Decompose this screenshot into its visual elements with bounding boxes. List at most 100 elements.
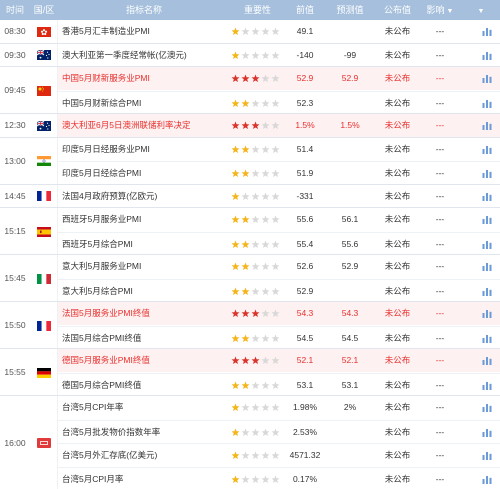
indicator-name[interactable]: 意大利5月综合PMI — [62, 280, 230, 303]
event-row[interactable]: 法国4月政府预算(亿欧元) -331 未公布 --- — [58, 185, 500, 208]
event-row[interactable]: 德国5月综合PMI终值 53.1 53.1 未公布 --- — [58, 372, 500, 397]
actual-value: 未公布 — [384, 473, 411, 484]
indicator-name[interactable]: 印度5月日经服务业PMI — [62, 138, 230, 161]
bar-chart-icon[interactable] — [479, 302, 495, 325]
economic-calendar: 时间 国/区 指标名称 重要性 前值 预测值 公布值 影响 ▼ ▼ 08:30 香港… — [0, 0, 500, 489]
star-filled-icon — [251, 74, 260, 83]
bar-chart-icon[interactable] — [479, 67, 495, 90]
indicator-name[interactable]: 澳大利亚第一季度经常帐(亿澳元) — [62, 44, 230, 67]
bar-chart-icon[interactable] — [479, 20, 495, 43]
event-row[interactable]: 台湾5月CPI年率 1.98% 2% 未公布 --- — [58, 396, 500, 419]
actual-value: 未公布 — [384, 450, 411, 460]
forecast-value — [325, 421, 375, 444]
header-previous[interactable]: 前值 — [285, 0, 325, 20]
star-empty-icon — [261, 451, 270, 460]
bar-chart-icon[interactable] — [479, 255, 495, 278]
indicator-name[interactable]: 西班牙5月服务业PMI — [62, 208, 230, 231]
bar-chart-icon[interactable] — [479, 280, 495, 303]
event-row[interactable]: 西班牙5月综合PMI 55.4 55.6 未公布 --- — [58, 231, 500, 256]
previous-value: 51.9 — [296, 168, 314, 178]
header-extra-filter[interactable]: ▼ — [460, 0, 500, 20]
bar-chart-icon[interactable] — [479, 114, 495, 137]
indicator-name[interactable]: 德国5月服务业PMI终值 — [62, 349, 230, 372]
bar-chart-icon[interactable] — [479, 138, 495, 161]
region-cell — [30, 137, 58, 184]
indicator-name[interactable]: 法国5月服务业PMI终值 — [62, 302, 230, 325]
indicator-name[interactable]: 印度5月日经综合PMI — [62, 162, 230, 185]
star-filled-icon — [231, 428, 240, 437]
forecast-value: -99 — [343, 49, 357, 60]
indicator-name[interactable]: 中国5月财新综合PMI — [62, 92, 230, 115]
actual-value: 未公布 — [384, 332, 411, 343]
event-row[interactable]: 法国5月服务业PMI终值 54.3 54.3 未公布 --- — [58, 302, 500, 325]
indicator-name[interactable]: 香港5月汇丰制造业PMI — [62, 20, 230, 43]
indicator-name[interactable]: 中国5月财新服务业PMI — [62, 67, 230, 90]
event-row[interactable]: 台湾5月外汇存底(亿美元) 4571.32 未公布 --- — [58, 443, 500, 466]
event-time: 15:50 — [4, 320, 26, 330]
indicator-name[interactable]: 西班牙5月综合PMI — [62, 233, 230, 256]
forecast-value — [325, 92, 375, 115]
forecast-value: 56.1 — [341, 214, 359, 224]
header-indicator-name[interactable]: 指标名称 — [58, 0, 230, 20]
importance-rating — [231, 162, 285, 185]
region-cell — [30, 255, 58, 301]
bar-chart-icon[interactable] — [479, 468, 495, 489]
bar-chart-icon[interactable] — [479, 92, 495, 115]
header-effect-filter[interactable]: 影响 ▼ — [420, 0, 460, 20]
region-cell — [30, 396, 58, 489]
event-row[interactable]: 澳大利亚6月5日澳洲联储利率决定 1.5% 1.5% 未公布 --- — [58, 114, 500, 137]
bar-chart-icon[interactable] — [479, 444, 495, 467]
effect-value: --- — [435, 168, 445, 178]
indicator-name[interactable]: 台湾5月CPI月率 — [62, 468, 230, 489]
event-row[interactable]: 意大利5月服务业PMI 52.6 52.9 未公布 --- — [58, 255, 500, 278]
bar-chart-icon[interactable] — [479, 327, 495, 350]
event-row[interactable]: 台湾5月CPI月率 0.17% 未公布 --- — [58, 466, 500, 489]
bar-chart-icon[interactable] — [479, 162, 495, 185]
event-row[interactable]: 台湾5月批发物价指数年率 2.53% 未公布 --- — [58, 419, 500, 444]
indicator-name[interactable]: 法国5月综合PMI终值 — [62, 327, 230, 350]
indicator-name[interactable]: 意大利5月服务业PMI — [62, 255, 230, 278]
bar-chart-icon[interactable] — [479, 396, 495, 419]
indicator-name[interactable]: 台湾5月批发物价指数年率 — [62, 421, 230, 444]
star-filled-icon — [241, 215, 250, 224]
event-row[interactable]: 西班牙5月服务业PMI 55.6 56.1 未公布 --- — [58, 208, 500, 231]
bar-chart-icon[interactable] — [479, 374, 495, 397]
indicator-name[interactable]: 台湾5月CPI年率 — [62, 396, 230, 419]
bar-chart-icon[interactable] — [479, 185, 495, 208]
star-filled-icon — [231, 309, 240, 318]
event-row[interactable]: 印度5月日经综合PMI 51.9 未公布 --- — [58, 161, 500, 184]
forecast-value — [325, 444, 375, 467]
bar-chart-icon[interactable] — [479, 421, 495, 444]
time-group: 14:45 法国4月政府预算(亿欧元) -331 未公布 --- — [0, 184, 500, 208]
star-empty-icon — [261, 334, 270, 343]
indicator-name[interactable]: 台湾5月外汇存底(亿美元) — [62, 444, 230, 467]
star-empty-icon — [271, 27, 280, 36]
event-row[interactable]: 德国5月服务业PMI终值 52.1 52.1 未公布 --- — [58, 349, 500, 372]
header-region[interactable]: 国/区 — [30, 0, 58, 20]
indicator-name[interactable]: 澳大利亚6月5日澳洲联储利率决定 — [62, 114, 230, 137]
bar-chart-icon[interactable] — [479, 44, 495, 67]
event-row[interactable]: 法国5月综合PMI终值 54.5 54.5 未公布 --- — [58, 325, 500, 350]
star-filled-icon — [241, 287, 250, 296]
event-row[interactable]: 澳大利亚第一季度经常帐(亿澳元) -140 -99 未公布 --- — [58, 44, 500, 67]
header-importance[interactable]: 重要性 — [230, 0, 285, 20]
indicator-name[interactable]: 德国5月综合PMI终值 — [62, 374, 230, 397]
star-filled-icon — [231, 74, 240, 83]
header-forecast[interactable]: 预测值 — [325, 0, 375, 20]
header-time[interactable]: 时间 — [0, 0, 30, 20]
bar-chart-icon[interactable] — [479, 208, 495, 231]
header-actual[interactable]: 公布值 — [375, 0, 420, 20]
bar-chart-icon[interactable] — [479, 233, 495, 256]
bar-chart-icon[interactable] — [479, 349, 495, 372]
star-empty-icon — [271, 192, 280, 201]
event-row[interactable]: 香港5月汇丰制造业PMI 49.1 未公布 --- — [58, 20, 500, 43]
event-row[interactable]: 意大利5月综合PMI 52.9 未公布 --- — [58, 278, 500, 303]
previous-value: 55.4 — [296, 238, 314, 249]
region-cell — [30, 302, 58, 348]
star-filled-icon — [231, 215, 240, 224]
event-row[interactable]: 印度5月日经服务业PMI 51.4 未公布 --- — [58, 138, 500, 161]
event-row[interactable]: 中国5月财新综合PMI 52.3 未公布 --- — [58, 90, 500, 115]
indicator-name[interactable]: 法国4月政府预算(亿欧元) — [62, 185, 230, 208]
star-empty-icon — [261, 240, 270, 249]
event-row[interactable]: 中国5月财新服务业PMI 52.9 52.9 未公布 --- — [58, 67, 500, 90]
